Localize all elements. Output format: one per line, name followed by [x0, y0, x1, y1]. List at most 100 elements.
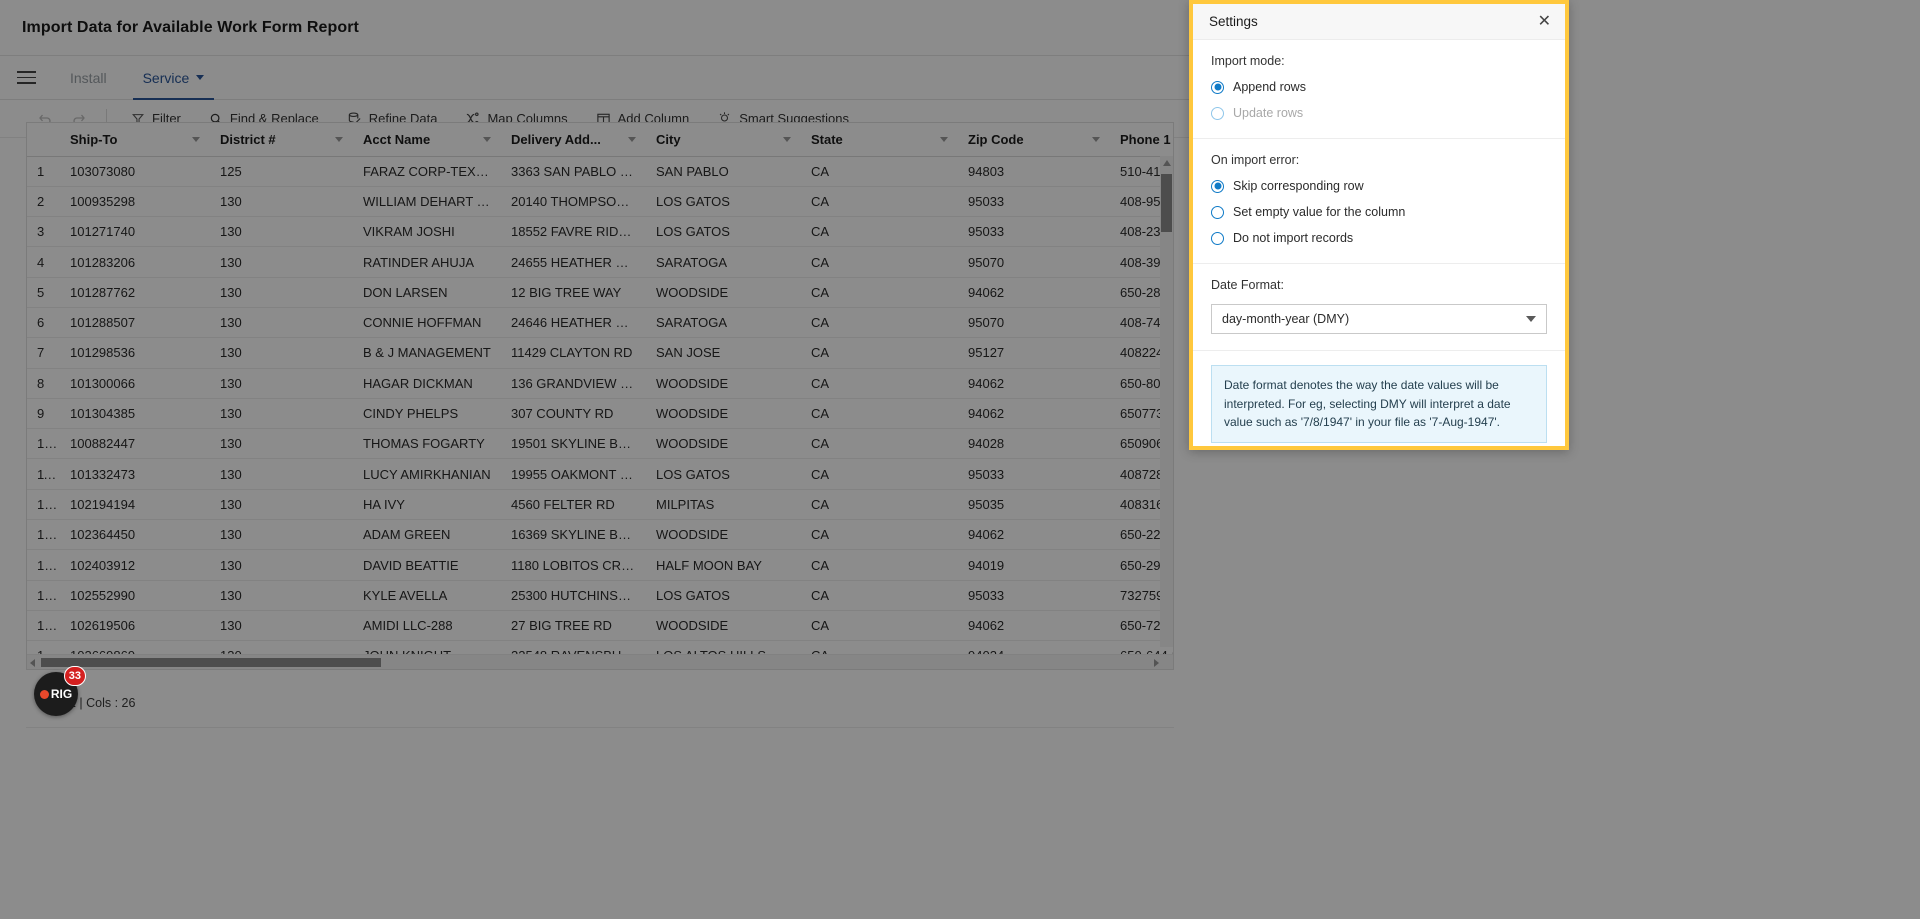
- table-row[interactable]: 11 101332473 130 LUCY AMIRKHANIAN 19955 OAKM…: [27, 458, 1173, 490]
- sort-caret-icon[interactable]: [940, 136, 948, 142]
- cell-acct-name[interactable]: THOMAS FOGARTY: [353, 428, 501, 460]
- cell-city[interactable]: SAN PABLO: [646, 156, 801, 187]
- table-row[interactable]: 2 100935298 130 WILLIAM DEHART 250... 20140 …: [27, 186, 1173, 218]
- table-row[interactable]: 9 101304385 130 CINDY PHELPS 307 COUNTY RD WO…: [27, 398, 1173, 430]
- cell-delivery-address[interactable]: 136 GRANDVIEW DR: [501, 368, 646, 399]
- cell-state[interactable]: CA: [801, 216, 958, 248]
- cell-zip-code[interactable]: 94062: [958, 368, 1110, 399]
- cell-acct-name[interactable]: RATINDER AHUJA: [353, 246, 501, 278]
- cell-state[interactable]: CA: [801, 489, 958, 521]
- cell-state[interactable]: CA: [801, 428, 958, 460]
- sort-caret-icon[interactable]: [192, 136, 200, 142]
- cell-zip-code[interactable]: 94062: [958, 277, 1110, 308]
- cell-acct-name[interactable]: CINDY PHELPS: [353, 398, 501, 430]
- cell-district[interactable]: 125: [210, 156, 353, 187]
- radio-icon[interactable]: [1211, 106, 1224, 120]
- cell-district[interactable]: 130: [210, 580, 353, 611]
- cell-zip-code[interactable]: 95033: [958, 580, 1110, 611]
- radio-icon[interactable]: [1211, 231, 1224, 245]
- hamburger-menu-icon[interactable]: [0, 56, 52, 99]
- sort-caret-icon[interactable]: [335, 136, 343, 142]
- cell-acct-name[interactable]: KYLE AVELLA: [353, 580, 501, 611]
- column-header-zip-code[interactable]: Zip Code: [958, 123, 1110, 157]
- cell-city[interactable]: SAN JOSE: [646, 337, 801, 369]
- cell-acct-name[interactable]: B & J MANAGEMENT: [353, 337, 501, 369]
- sort-caret-icon[interactable]: [628, 136, 636, 142]
- table-row[interactable]: 13 102364450 130 ADAM GREEN 16369 SKYLINE BL…: [27, 519, 1173, 551]
- cell-zip-code[interactable]: 94062: [958, 519, 1110, 551]
- sort-caret-icon[interactable]: [1092, 136, 1100, 142]
- cell-acct-name[interactable]: WILLIAM DEHART 250...: [353, 186, 501, 218]
- table-row[interactable]: 10 100882447 130 THOMAS FOGARTY 19501 SKYLIN…: [27, 428, 1173, 460]
- cell-city[interactable]: LOS GATOS: [646, 580, 801, 611]
- cell-zip-code[interactable]: 94028: [958, 428, 1110, 460]
- scroll-up-arrow-icon[interactable]: [1163, 160, 1171, 166]
- cell-city[interactable]: WOODSIDE: [646, 610, 801, 642]
- table-row[interactable]: 6 101288507 130 CONNIE HOFFMAN 24646 HEATHER…: [27, 307, 1173, 339]
- cell-delivery-address[interactable]: 25300 HUTCHINSON R...: [501, 580, 646, 611]
- cell-delivery-address[interactable]: 11429 CLAYTON RD: [501, 337, 646, 369]
- cell-delivery-address[interactable]: 27 BIG TREE RD: [501, 610, 646, 642]
- cell-acct-name[interactable]: VIKRAM JOSHI: [353, 216, 501, 248]
- cell-delivery-address[interactable]: 24655 HEATHER HEIG...: [501, 246, 646, 278]
- cell-state[interactable]: CA: [801, 580, 958, 611]
- cell-state[interactable]: CA: [801, 186, 958, 218]
- radio-skip-corresponding-row[interactable]: Skip corresponding row: [1211, 179, 1547, 193]
- cell-delivery-address[interactable]: 4560 FELTER RD: [501, 489, 646, 521]
- cell-district[interactable]: 130: [210, 398, 353, 430]
- cell-delivery-address[interactable]: 16369 SKYLINE BLVD: [501, 519, 646, 551]
- cell-city[interactable]: WOODSIDE: [646, 277, 801, 308]
- cell-district[interactable]: 130: [210, 428, 353, 460]
- cell-acct-name[interactable]: FARAZ CORP-TEXAS GAS: [353, 156, 501, 187]
- cell-zip-code[interactable]: 95033: [958, 186, 1110, 218]
- cell-ship-to[interactable]: 101304385: [60, 398, 210, 430]
- cell-ship-to[interactable]: 103073080: [60, 156, 210, 187]
- cell-ship-to[interactable]: 101300066: [60, 368, 210, 399]
- cell-zip-code[interactable]: 94062: [958, 398, 1110, 430]
- cell-district[interactable]: 130: [210, 519, 353, 551]
- cell-city[interactable]: SARATOGA: [646, 307, 801, 339]
- cell-city[interactable]: WOODSIDE: [646, 519, 801, 551]
- cell-city[interactable]: WOODSIDE: [646, 428, 801, 460]
- column-header-ship-to[interactable]: Ship-To: [60, 123, 210, 157]
- radio-icon[interactable]: [1211, 205, 1224, 219]
- close-icon[interactable]: ✕: [1538, 13, 1551, 30]
- cell-city[interactable]: SARATOGA: [646, 246, 801, 278]
- cell-delivery-address[interactable]: 12 BIG TREE WAY: [501, 277, 646, 308]
- cell-acct-name[interactable]: DAVID BEATTIE: [353, 549, 501, 581]
- cell-ship-to[interactable]: 101298536: [60, 337, 210, 369]
- cell-city[interactable]: MILPITAS: [646, 489, 801, 521]
- table-row[interactable]: 7 101298536 130 B & J MANAGEMENT 11429 CLAYT…: [27, 337, 1173, 369]
- cell-delivery-address[interactable]: 19955 OAKMONT DR: [501, 458, 646, 490]
- column-header-city[interactable]: City: [646, 123, 801, 157]
- cell-zip-code[interactable]: 95033: [958, 216, 1110, 248]
- cell-state[interactable]: CA: [801, 610, 958, 642]
- cell-district[interactable]: 130: [210, 549, 353, 581]
- cell-zip-code[interactable]: 95127: [958, 337, 1110, 369]
- cell-ship-to[interactable]: 102619506: [60, 610, 210, 642]
- cell-state[interactable]: CA: [801, 337, 958, 369]
- sort-caret-icon[interactable]: [483, 136, 491, 142]
- cell-state[interactable]: CA: [801, 246, 958, 278]
- cell-city[interactable]: WOODSIDE: [646, 398, 801, 430]
- cell-state[interactable]: CA: [801, 458, 958, 490]
- cell-state[interactable]: CA: [801, 307, 958, 339]
- cell-delivery-address[interactable]: 20140 THOMPSON RD: [501, 186, 646, 218]
- cell-acct-name[interactable]: HA IVY: [353, 489, 501, 521]
- cell-state[interactable]: CA: [801, 519, 958, 551]
- vertical-scrollbar[interactable]: [1160, 156, 1173, 647]
- horizontal-scrollbar[interactable]: [27, 654, 1173, 669]
- table-row[interactable]: 3 101271740 130 VIKRAM JOSHI 18552 FAVRE RID…: [27, 216, 1173, 248]
- cell-delivery-address[interactable]: 18552 FAVRE RIDGE RD: [501, 216, 646, 248]
- table-row[interactable]: 16 102619506 130 AMIDI LLC-288 27 BIG TREE R…: [27, 610, 1173, 642]
- sort-caret-icon[interactable]: [783, 136, 791, 142]
- cell-state[interactable]: CA: [801, 398, 958, 430]
- cell-delivery-address[interactable]: 1180 LOBITOS CREEK ...: [501, 549, 646, 581]
- cell-district[interactable]: 130: [210, 458, 353, 490]
- cell-ship-to[interactable]: 101283206: [60, 246, 210, 278]
- cell-ship-to[interactable]: 101271740: [60, 216, 210, 248]
- cell-state[interactable]: CA: [801, 277, 958, 308]
- cell-district[interactable]: 130: [210, 277, 353, 308]
- cell-zip-code[interactable]: 95070: [958, 246, 1110, 278]
- cell-district[interactable]: 130: [210, 186, 353, 218]
